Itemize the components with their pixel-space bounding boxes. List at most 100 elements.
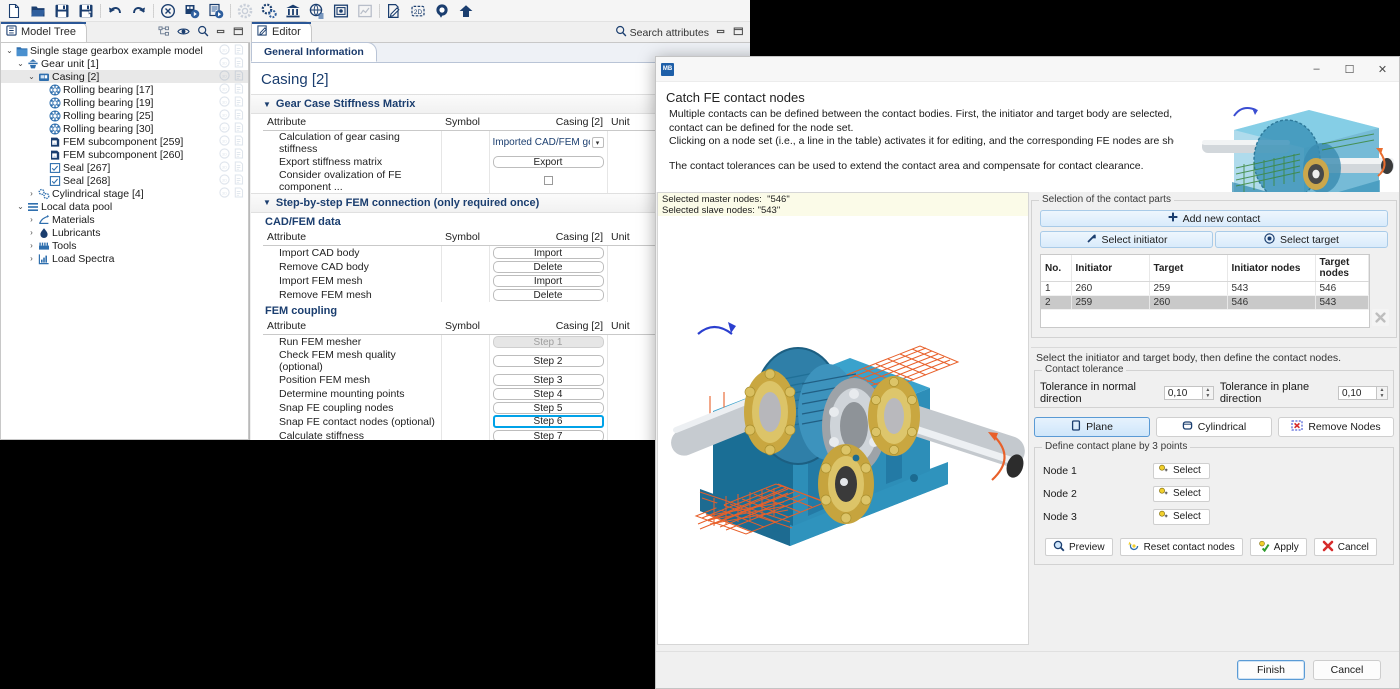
model-tree-list[interactable]: ⌄Single stage gearbox example model3D⌄Ge…	[0, 43, 249, 440]
attribute-value-cell[interactable]: Step 2	[489, 349, 607, 373]
globe-list-icon[interactable]	[305, 0, 329, 21]
tab-general-information[interactable]: General Information	[251, 42, 377, 62]
report-icon[interactable]	[234, 44, 244, 58]
attribute-row[interactable]: Check FEM mesh quality (optional)Step 2	[263, 349, 667, 373]
tree-twisty[interactable]: ›	[26, 241, 37, 250]
attribute-value-cell[interactable]: Step 6	[489, 415, 607, 429]
view-3d-icon[interactable]: 3D	[219, 161, 230, 175]
node-3-select-button[interactable]: Select	[1153, 509, 1210, 525]
view-3d-icon[interactable]: 3D	[219, 70, 230, 84]
action-button[interactable]: Step 1	[493, 336, 604, 348]
stepper-buttons[interactable]: ▲▼	[1376, 386, 1388, 400]
cancel-button[interactable]: Cancel	[1313, 660, 1381, 680]
view-3d-icon[interactable]: 3D	[219, 83, 230, 97]
home-icon[interactable]	[454, 0, 478, 21]
tree-item-rolling-bearing-30[interactable]: Rolling bearing [30]3D	[1, 122, 248, 135]
tree-item-casing-2[interactable]: ⌄Casing [2]3D	[1, 70, 248, 83]
action-button[interactable]: Import	[493, 275, 604, 287]
action-button[interactable]: Export	[493, 156, 604, 168]
remove-nodes-button[interactable]: Remove Nodes	[1278, 417, 1394, 437]
tree-item-rolling-bearing-25[interactable]: Rolling bearing [25]3D	[1, 109, 248, 122]
tree-item-load-spectra[interactable]: ›Load Spectra	[1, 252, 248, 265]
report-icon[interactable]	[234, 174, 244, 188]
attribute-value-cell[interactable]: Step 1	[489, 335, 607, 349]
attribute-row[interactable]: Remove FEM meshDelete	[263, 288, 667, 302]
minimize-icon[interactable]	[216, 27, 226, 39]
cylindrical-mode-button[interactable]: Cylindrical	[1156, 417, 1272, 437]
search-attributes-box[interactable]: Search attributes	[615, 25, 709, 40]
tree-item-cylindrical-stage-4[interactable]: ›Cylindrical stage [4]3D	[1, 187, 248, 200]
delete-x-icon[interactable]	[1372, 309, 1389, 326]
close-icon[interactable]: ✕	[1366, 57, 1399, 82]
action-button[interactable]: Step 3	[493, 374, 604, 386]
report-icon[interactable]	[234, 109, 244, 123]
action-button[interactable]: Step 6	[493, 415, 604, 428]
edit-doc-icon[interactable]	[382, 0, 406, 21]
layout-icon[interactable]	[329, 0, 353, 21]
chevron-down-icon[interactable]: ▼	[263, 198, 271, 207]
tree-item-seal-267[interactable]: Seal [267]3D	[1, 161, 248, 174]
redo-icon[interactable]	[127, 0, 151, 21]
tolerance-plane-value[interactable]: 0,10	[1338, 386, 1376, 400]
attribute-value-cell[interactable]: Delete	[489, 260, 607, 274]
bank-icon[interactable]	[281, 0, 305, 21]
tree-twisty[interactable]: ›	[26, 254, 37, 263]
view-3d-icon[interactable]: 3D	[219, 148, 230, 162]
attribute-value-cell[interactable]: Step 5	[489, 401, 607, 415]
tree-twisty[interactable]: ›	[26, 228, 37, 237]
tree-twisty[interactable]: ›	[26, 189, 37, 198]
attribute-row[interactable]: Import FEM meshImport	[263, 274, 667, 288]
attribute-row[interactable]: Remove CAD bodyDelete	[263, 260, 667, 274]
preview-button[interactable]: Preview	[1045, 538, 1113, 556]
report-icon[interactable]	[234, 96, 244, 110]
cancel-button[interactable]: Cancel	[1314, 538, 1377, 556]
expand-tree-icon[interactable]	[158, 26, 170, 40]
attribute-value-cell[interactable]: Export	[489, 155, 607, 169]
graph-icon[interactable]	[353, 0, 377, 21]
attribute-value-cell[interactable]: Step 7	[489, 429, 607, 441]
gear-wheel-icon[interactable]	[233, 0, 257, 21]
report-icon[interactable]	[234, 57, 244, 71]
maximize-icon[interactable]	[233, 27, 244, 39]
view-3d-icon[interactable]: 3D	[219, 109, 230, 123]
action-button[interactable]: Step 4	[493, 388, 604, 400]
finish-button[interactable]: Finish	[1237, 660, 1305, 680]
stepper-buttons[interactable]: ▲▼	[1202, 386, 1214, 400]
view-3d-icon[interactable]: 3D	[219, 135, 230, 149]
tree-item-gear-unit-1[interactable]: ⌄Gear unit [1]3D	[1, 57, 248, 70]
visibility-eye-icon[interactable]	[177, 26, 190, 40]
report-icon[interactable]	[234, 148, 244, 162]
tree-item-rolling-bearing-19[interactable]: Rolling bearing [19]3D	[1, 96, 248, 109]
report-run-icon[interactable]	[204, 0, 228, 21]
view-3d-icon[interactable]: 3D	[219, 96, 230, 110]
report-icon[interactable]	[234, 122, 244, 136]
action-button[interactable]: Import	[493, 247, 604, 259]
view-3d-icon[interactable]: 3D	[219, 122, 230, 136]
save-icon[interactable]	[50, 0, 74, 21]
node-2-select-button[interactable]: Select	[1153, 486, 1210, 502]
add-new-contact-button[interactable]: Add new contact	[1040, 210, 1388, 227]
open-folder-icon[interactable]	[26, 0, 50, 21]
attribute-value-cell[interactable]: Import	[489, 274, 607, 288]
tolerance-normal-value[interactable]: 0,10	[1164, 386, 1202, 400]
tree-item-seal-268[interactable]: Seal [268]3D	[1, 174, 248, 187]
dialog-titlebar[interactable]: MB – ☐ ✕	[656, 57, 1399, 82]
contact-row[interactable]: 1260259543546	[1041, 282, 1369, 296]
attribute-row[interactable]: Snap FE coupling nodesStep 5	[263, 401, 667, 415]
table-body[interactable]: 12602595435462259260546543	[1041, 282, 1369, 310]
tree-twisty[interactable]: ⌄	[4, 46, 15, 55]
attribute-row[interactable]: Position FEM meshStep 3	[263, 373, 667, 387]
view-3d-icon[interactable]: 3D	[219, 44, 230, 58]
undo-icon[interactable]	[103, 0, 127, 21]
view-3d-icon[interactable]: 3D	[219, 174, 230, 188]
attribute-value-cell[interactable]: Step 4	[489, 387, 607, 401]
tab-model-tree[interactable]: Model Tree	[0, 21, 87, 42]
tree-item-materials[interactable]: ›Materials	[1, 213, 248, 226]
search-icon[interactable]	[197, 25, 209, 40]
tree-item-lubricants[interactable]: ›Lubricants	[1, 226, 248, 239]
maximize-icon[interactable]: ☐	[1333, 57, 1366, 82]
apply-button[interactable]: Apply	[1250, 538, 1307, 556]
action-button[interactable]: Step 2	[493, 355, 604, 367]
attribute-value-cell[interactable]	[489, 169, 607, 193]
tree-item-rolling-bearing-17[interactable]: Rolling bearing [17]3D	[1, 83, 248, 96]
